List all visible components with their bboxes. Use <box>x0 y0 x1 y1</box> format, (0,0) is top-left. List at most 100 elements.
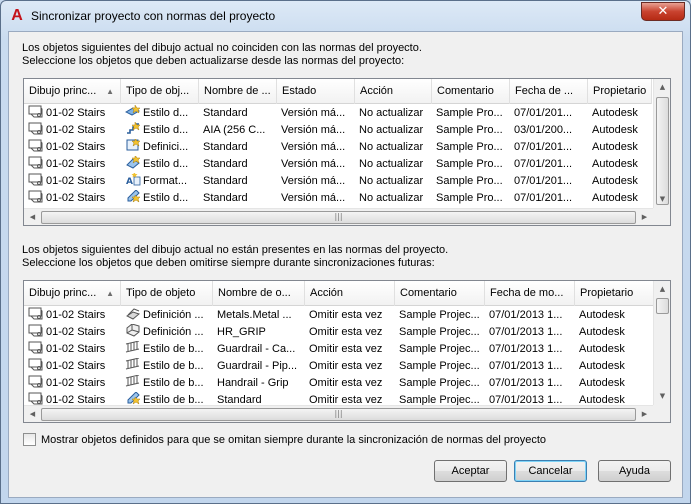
cell-text: 07/01/201... <box>514 192 573 204</box>
autocad-a-icon: A <box>11 7 23 24</box>
cell-text: Autodesk <box>592 124 638 136</box>
close-button[interactable]: ✕ <box>641 2 685 21</box>
cell: Guardrail - Ca... <box>213 341 305 358</box>
vertical-scrollbar[interactable]: ▲ ▼ <box>653 281 670 405</box>
cell: 07/01/2013 1... <box>485 358 575 375</box>
cell-text: 01-02 Stairs <box>46 343 106 355</box>
railing-icon <box>125 375 141 392</box>
cell: Handrail - Grip <box>213 375 305 392</box>
table-row[interactable]: 01-02 Stairs Estilo d... AIA (256 C... Vers… <box>24 122 652 139</box>
table-row[interactable]: 01-02 Stairs Estilo de b... Guardrail - Pi… <box>24 358 655 375</box>
dialog-window: A Sincronizar proyecto con normas del pr… <box>0 0 691 504</box>
table-row[interactable]: 01-02 Stairs Definici... Standard Versión m… <box>24 139 652 156</box>
cell-text: Autodesk <box>579 309 625 321</box>
cell-text: 01-02 Stairs <box>46 360 106 372</box>
column-header[interactable]: Acción <box>305 281 395 306</box>
cell-text: No actualizar <box>359 158 424 170</box>
scroll-down-icon[interactable]: ▼ <box>654 191 670 208</box>
table-row[interactable]: 01-02 Stairs Definición ... Metals.Metal .… <box>24 307 655 324</box>
cell: Standard <box>199 156 277 173</box>
cell: Sample Projec... <box>395 341 485 358</box>
horizontal-scrollbar[interactable]: ◀ ||| ▶ <box>24 405 653 422</box>
help-button[interactable]: Ayuda <box>598 460 671 482</box>
title-bar[interactable]: A Sincronizar proyecto con normas del pr… <box>1 1 690 31</box>
cell: 01-02 Stairs <box>24 358 121 375</box>
show-ignored-label: Mostrar objetos definidos para que se om… <box>41 433 547 446</box>
column-header[interactable]: Comentario <box>395 281 485 306</box>
column-header[interactable]: Dibujo princ... ▲ <box>24 79 121 104</box>
wall-style-icon <box>124 105 141 122</box>
table-row[interactable]: 01-02 Stairs Estilo d... Standard Versión m… <box>24 156 652 173</box>
cell: Standard <box>199 105 277 122</box>
bottom-description-line1: Los objetos siguientes del dibujo actual… <box>22 244 449 256</box>
missing-objects-list[interactable]: Dibujo princ... ▲ Tipo de objeto Nombre de … <box>23 280 671 423</box>
table-row[interactable]: 01-02 Stairs Estilo d... Standard Versión m… <box>24 190 652 207</box>
column-header[interactable]: Estado <box>277 79 355 104</box>
scroll-right-icon[interactable]: ▶ <box>636 209 653 225</box>
cell-text: 07/01/201... <box>514 141 573 153</box>
vertical-scroll-thumb[interactable] <box>656 298 669 314</box>
cell-text: 01-02 Stairs <box>46 377 106 389</box>
cell-text: 07/01/201... <box>514 175 573 187</box>
grip-icon <box>125 324 141 341</box>
cell-text: No actualizar <box>359 192 424 204</box>
show-ignored-checkbox-row[interactable]: Mostrar objetos definidos para que se om… <box>23 433 546 446</box>
cancel-button[interactable]: Cancelar <box>514 460 587 482</box>
scroll-corner <box>653 208 670 225</box>
cell-text: 07/01/2013 1... <box>489 377 563 389</box>
scroll-up-icon[interactable]: ▲ <box>654 281 670 298</box>
column-header[interactable]: Nombre de o... <box>213 281 305 306</box>
column-header[interactable]: Propietario <box>588 79 652 104</box>
column-header[interactable]: Propietario <box>575 281 655 306</box>
table-row[interactable]: 01-02 Stairs Estilo de b... Guardrail - Ca… <box>24 341 655 358</box>
cell-text: Definición ... <box>143 326 204 338</box>
cell-text: Definición ... <box>143 309 204 321</box>
cell: Omitir esta vez <box>305 307 395 324</box>
column-header[interactable]: Fecha de ... <box>510 79 588 104</box>
show-ignored-checkbox[interactable] <box>23 433 36 446</box>
cell-text: Definici... <box>143 141 189 153</box>
cell: Sample Pro... <box>432 122 510 139</box>
cell: Autodesk <box>588 156 652 173</box>
column-header[interactable]: Tipo de objeto <box>121 281 213 306</box>
railing-icon <box>125 341 141 358</box>
horizontal-scrollbar[interactable]: ◀ ||| ▶ <box>24 208 653 225</box>
cell: Omitir esta vez <box>305 341 395 358</box>
column-header[interactable]: Comentario <box>432 79 510 104</box>
column-header[interactable]: Dibujo princ... ▲ <box>24 281 121 306</box>
column-header[interactable]: Fecha de mo... <box>485 281 575 306</box>
mismatched-objects-list[interactable]: Dibujo princ... ▲ Tipo de obj... Nombre de … <box>23 78 671 226</box>
stair-style-icon <box>125 122 141 139</box>
cell-text: Versión má... <box>281 158 346 170</box>
cell: Definici... <box>121 139 199 156</box>
cell: AIA (256 C... <box>199 122 277 139</box>
table-row[interactable]: 01-02 Stairs A Format... Standard Versión má… <box>24 173 652 190</box>
cell: 03/01/200... <box>510 122 588 139</box>
vertical-scroll-thumb[interactable] <box>656 97 669 205</box>
cell: Estilo d... <box>121 105 199 122</box>
horizontal-scroll-thumb[interactable]: ||| <box>41 211 636 224</box>
column-header[interactable]: Tipo de obj... <box>121 79 199 104</box>
horizontal-scroll-thumb[interactable]: ||| <box>41 408 636 421</box>
cell-text: Autodesk <box>579 343 625 355</box>
scroll-up-icon[interactable]: ▲ <box>654 79 670 96</box>
table-row[interactable]: 01-02 Stairs Estilo de b... Handrail - Gri… <box>24 375 655 392</box>
vertical-scrollbar[interactable]: ▲ ▼ <box>653 79 670 208</box>
column-header[interactable]: Nombre de ... <box>199 79 277 104</box>
svg-text:A: A <box>126 177 133 187</box>
accept-button[interactable]: Aceptar <box>434 460 507 482</box>
cell-text: Omitir esta vez <box>309 309 383 321</box>
cell: Estilo d... <box>121 156 199 173</box>
table-row[interactable]: 01-02 Stairs Estilo d... Standard Versión m… <box>24 105 652 122</box>
top-description-line2: Seleccione los objetos que deben actuali… <box>22 55 405 67</box>
cell-text: Autodesk <box>579 377 625 389</box>
scroll-left-icon[interactable]: ◀ <box>24 406 41 422</box>
scroll-right-icon[interactable]: ▶ <box>636 406 653 422</box>
scroll-left-icon[interactable]: ◀ <box>24 209 41 225</box>
column-header[interactable]: Acción <box>355 79 432 104</box>
table-row[interactable]: 01-02 Stairs Definición ... HR_GRIP Omitir … <box>24 324 655 341</box>
scroll-down-icon[interactable]: ▼ <box>654 388 670 405</box>
column-header-label: Estado <box>282 85 317 97</box>
cell: Sample Pro... <box>432 156 510 173</box>
cell-text: 07/01/2013 1... <box>489 309 563 321</box>
